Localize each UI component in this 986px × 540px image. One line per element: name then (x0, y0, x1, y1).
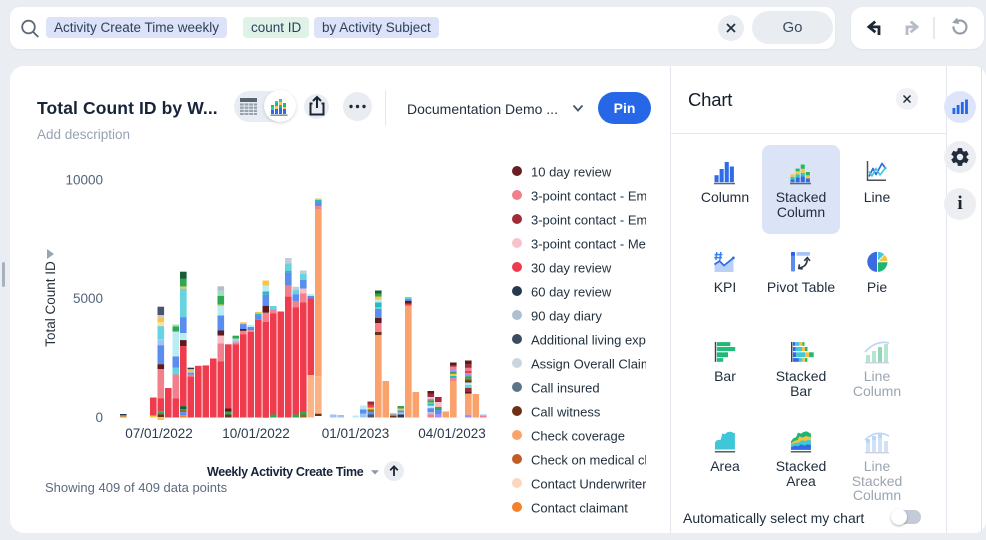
svg-text:10000: 10000 (65, 173, 103, 188)
svg-text:10/01/2022: 10/01/2022 (222, 426, 290, 441)
svg-text:07/01/2022: 07/01/2022 (125, 426, 193, 441)
svg-text:5000: 5000 (73, 291, 103, 306)
svg-text:Total Count ID: Total Count ID (43, 261, 58, 347)
svg-text:0: 0 (95, 410, 103, 425)
svg-text:04/01/2023: 04/01/2023 (418, 426, 486, 441)
svg-text:01/01/2023: 01/01/2023 (322, 426, 390, 441)
